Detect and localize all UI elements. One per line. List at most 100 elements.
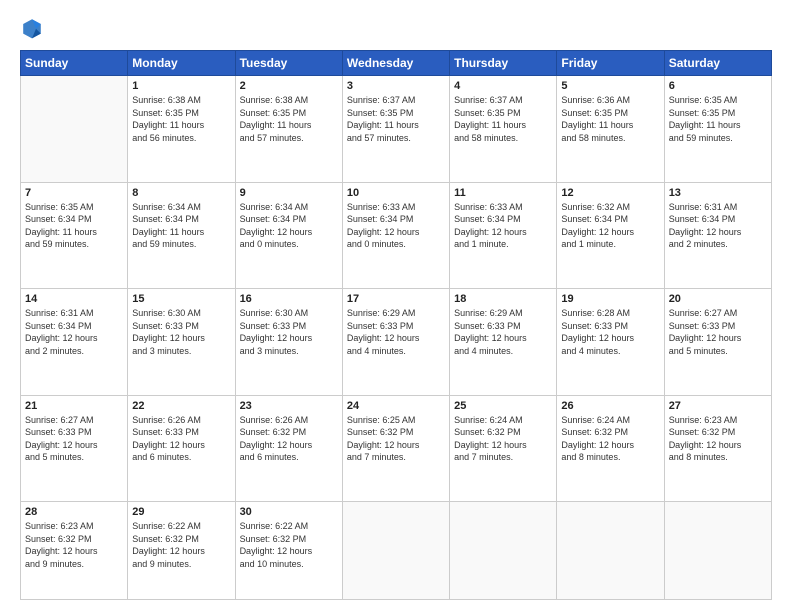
cell-info: Sunrise: 6:25 AMSunset: 6:32 PMDaylight:… xyxy=(347,414,445,464)
calendar-cell: 22 Sunrise: 6:26 AMSunset: 6:33 PMDayligh… xyxy=(128,395,235,502)
cell-info: Sunrise: 6:34 AMSunset: 6:34 PMDaylight:… xyxy=(240,201,338,251)
calendar-cell: 27Sunrise: 6:23 AMSunset: 6:32 PMDayligh… xyxy=(664,395,771,502)
cell-info: Sunrise: 6:26 AMSunset: 6:33 PMDaylight:… xyxy=(132,414,230,464)
cell-info: Sunrise: 6:31 AMSunset: 6:34 PMDaylight:… xyxy=(25,307,123,357)
cell-info: Sunrise: 6:27 AMSunset: 6:33 PMDaylight:… xyxy=(25,414,123,464)
calendar-cell: 4 Sunrise: 6:37 AMSunset: 6:35 PMDaylight… xyxy=(450,76,557,183)
day-number: 21 xyxy=(25,400,123,412)
header xyxy=(20,16,772,40)
calendar-cell: 24 Sunrise: 6:25 AMSunset: 6:32 PMDayligh… xyxy=(342,395,449,502)
day-number: 1 xyxy=(132,80,230,92)
calendar-cell: 9 Sunrise: 6:34 AMSunset: 6:34 PMDaylight… xyxy=(235,182,342,289)
cell-info: Sunrise: 6:23 AMSunset: 6:32 PMDaylight:… xyxy=(25,520,123,570)
calendar-cell: 8Sunrise: 6:34 AMSunset: 6:34 PMDaylight… xyxy=(128,182,235,289)
calendar-cell: 30 Sunrise: 6:22 AMSunset: 6:32 PMDayligh… xyxy=(235,502,342,600)
calendar-week-row: 1 Sunrise: 6:38 AMSunset: 6:35 PMDaylight… xyxy=(21,76,772,183)
cell-info: Sunrise: 6:26 AMSunset: 6:32 PMDaylight:… xyxy=(240,414,338,464)
day-number: 20 xyxy=(669,293,767,305)
cell-info: Sunrise: 6:28 AMSunset: 6:33 PMDaylight:… xyxy=(561,307,659,357)
day-number: 2 xyxy=(240,80,338,92)
calendar-cell: 23 Sunrise: 6:26 AMSunset: 6:32 PMDayligh… xyxy=(235,395,342,502)
calendar-cell: 7 Sunrise: 6:35 AMSunset: 6:34 PMDaylight… xyxy=(21,182,128,289)
day-number: 29 xyxy=(132,506,230,518)
day-number: 9 xyxy=(240,187,338,199)
day-header-friday: Friday xyxy=(557,51,664,76)
calendar-cell: 6 Sunrise: 6:35 AMSunset: 6:35 PMDaylight… xyxy=(664,76,771,183)
calendar-cell: 26 Sunrise: 6:24 AMSunset: 6:32 PMDayligh… xyxy=(557,395,664,502)
calendar-cell: 13Sunrise: 6:31 AMSunset: 6:34 PMDayligh… xyxy=(664,182,771,289)
calendar-cell: 28 Sunrise: 6:23 AMSunset: 6:32 PMDayligh… xyxy=(21,502,128,600)
cell-info: Sunrise: 6:33 AMSunset: 6:34 PMDaylight:… xyxy=(454,201,552,251)
cell-info: Sunrise: 6:35 AMSunset: 6:34 PMDaylight:… xyxy=(25,201,123,251)
calendar-cell: 10 Sunrise: 6:33 AMSunset: 6:34 PMDayligh… xyxy=(342,182,449,289)
calendar-week-row: 28 Sunrise: 6:23 AMSunset: 6:32 PMDayligh… xyxy=(21,502,772,600)
cell-info: Sunrise: 6:27 AMSunset: 6:33 PMDaylight:… xyxy=(669,307,767,357)
day-number: 30 xyxy=(240,506,338,518)
day-number: 28 xyxy=(25,506,123,518)
cell-info: Sunrise: 6:30 AMSunset: 6:33 PMDaylight:… xyxy=(240,307,338,357)
day-number: 7 xyxy=(25,187,123,199)
cell-info: Sunrise: 6:24 AMSunset: 6:32 PMDaylight:… xyxy=(454,414,552,464)
day-number: 16 xyxy=(240,293,338,305)
day-number: 12 xyxy=(561,187,659,199)
day-number: 25 xyxy=(454,400,552,412)
calendar-cell xyxy=(342,502,449,600)
page: SundayMondayTuesdayWednesdayThursdayFrid… xyxy=(0,0,792,612)
day-number: 22 xyxy=(132,400,230,412)
cell-info: Sunrise: 6:37 AMSunset: 6:35 PMDaylight:… xyxy=(454,94,552,144)
day-number: 23 xyxy=(240,400,338,412)
calendar-cell: 14 Sunrise: 6:31 AMSunset: 6:34 PMDayligh… xyxy=(21,289,128,396)
day-number: 11 xyxy=(454,187,552,199)
cell-info: Sunrise: 6:22 AMSunset: 6:32 PMDaylight:… xyxy=(132,520,230,570)
day-header-thursday: Thursday xyxy=(450,51,557,76)
cell-info: Sunrise: 6:29 AMSunset: 6:33 PMDaylight:… xyxy=(347,307,445,357)
calendar-cell: 15Sunrise: 6:30 AMSunset: 6:33 PMDayligh… xyxy=(128,289,235,396)
calendar-cell: 17 Sunrise: 6:29 AMSunset: 6:33 PMDayligh… xyxy=(342,289,449,396)
cell-info: Sunrise: 6:30 AMSunset: 6:33 PMDaylight:… xyxy=(132,307,230,357)
day-number: 17 xyxy=(347,293,445,305)
cell-info: Sunrise: 6:37 AMSunset: 6:35 PMDaylight:… xyxy=(347,94,445,144)
calendar-cell: 16 Sunrise: 6:30 AMSunset: 6:33 PMDayligh… xyxy=(235,289,342,396)
calendar-cell xyxy=(450,502,557,600)
calendar-cell: 20 Sunrise: 6:27 AMSunset: 6:33 PMDayligh… xyxy=(664,289,771,396)
calendar-table: SundayMondayTuesdayWednesdayThursdayFrid… xyxy=(20,50,772,600)
calendar-cell: 25 Sunrise: 6:24 AMSunset: 6:32 PMDayligh… xyxy=(450,395,557,502)
calendar-week-row: 21 Sunrise: 6:27 AMSunset: 6:33 PMDayligh… xyxy=(21,395,772,502)
day-number: 26 xyxy=(561,400,659,412)
logo xyxy=(20,16,48,40)
calendar-cell: 19 Sunrise: 6:28 AMSunset: 6:33 PMDayligh… xyxy=(557,289,664,396)
calendar-header-row: SundayMondayTuesdayWednesdayThursdayFrid… xyxy=(21,51,772,76)
cell-info: Sunrise: 6:29 AMSunset: 6:33 PMDaylight:… xyxy=(454,307,552,357)
day-header-sunday: Sunday xyxy=(21,51,128,76)
calendar-cell: 3 Sunrise: 6:37 AMSunset: 6:35 PMDaylight… xyxy=(342,76,449,183)
day-number: 27 xyxy=(669,400,767,412)
cell-info: Sunrise: 6:24 AMSunset: 6:32 PMDaylight:… xyxy=(561,414,659,464)
calendar-cell: 11 Sunrise: 6:33 AMSunset: 6:34 PMDayligh… xyxy=(450,182,557,289)
day-number: 14 xyxy=(25,293,123,305)
cell-info: Sunrise: 6:38 AMSunset: 6:35 PMDaylight:… xyxy=(132,94,230,144)
day-number: 4 xyxy=(454,80,552,92)
calendar-cell: 18 Sunrise: 6:29 AMSunset: 6:33 PMDayligh… xyxy=(450,289,557,396)
cell-info: Sunrise: 6:32 AMSunset: 6:34 PMDaylight:… xyxy=(561,201,659,251)
calendar-cell: 29 Sunrise: 6:22 AMSunset: 6:32 PMDayligh… xyxy=(128,502,235,600)
calendar-cell xyxy=(664,502,771,600)
day-number: 6 xyxy=(669,80,767,92)
calendar-cell xyxy=(557,502,664,600)
calendar-cell: 12 Sunrise: 6:32 AMSunset: 6:34 PMDayligh… xyxy=(557,182,664,289)
day-number: 3 xyxy=(347,80,445,92)
day-number: 13 xyxy=(669,187,767,199)
cell-info: Sunrise: 6:36 AMSunset: 6:35 PMDaylight:… xyxy=(561,94,659,144)
cell-info: Sunrise: 6:33 AMSunset: 6:34 PMDaylight:… xyxy=(347,201,445,251)
day-number: 10 xyxy=(347,187,445,199)
logo-icon xyxy=(20,16,44,40)
calendar-cell: 21 Sunrise: 6:27 AMSunset: 6:33 PMDayligh… xyxy=(21,395,128,502)
cell-info: Sunrise: 6:22 AMSunset: 6:32 PMDaylight:… xyxy=(240,520,338,570)
cell-info: Sunrise: 6:35 AMSunset: 6:35 PMDaylight:… xyxy=(669,94,767,144)
day-header-wednesday: Wednesday xyxy=(342,51,449,76)
day-number: 24 xyxy=(347,400,445,412)
day-header-saturday: Saturday xyxy=(664,51,771,76)
day-number: 18 xyxy=(454,293,552,305)
day-number: 5 xyxy=(561,80,659,92)
calendar-cell: 1 Sunrise: 6:38 AMSunset: 6:35 PMDaylight… xyxy=(128,76,235,183)
day-number: 19 xyxy=(561,293,659,305)
